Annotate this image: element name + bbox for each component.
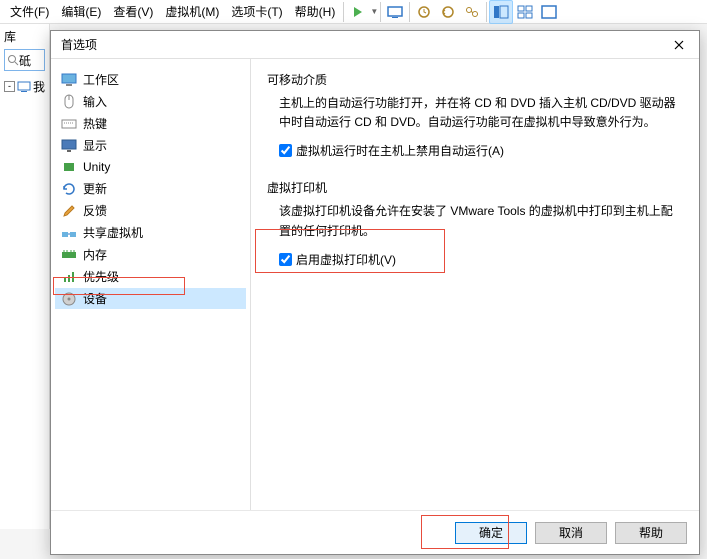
sidebar-item-label: Unity [83,160,110,174]
sidebar-item-label: 输入 [83,93,107,110]
dialog-footer: 确定 取消 帮助 [51,510,699,554]
sidebar-item-input[interactable]: 输入 [55,91,246,112]
priority-icon [61,269,77,285]
enable-printer-checkbox-row[interactable]: 启用虚拟打印机(V) [279,251,683,268]
separator [486,2,487,22]
sidebar-item-label: 更新 [83,180,107,197]
library-search[interactable] [4,49,45,71]
menu-tabs[interactable]: 选项卡(T) [225,1,288,22]
sidebar-item-label: 工作区 [83,71,119,88]
monitor-icon [61,72,77,88]
printer-section-label: 虚拟打印机 [267,179,683,196]
disc-icon [61,291,77,307]
play-dropdown-icon[interactable]: ▼ [370,7,378,16]
refresh-icon [61,181,77,197]
removable-section-label: 可移动介质 [267,71,683,88]
library-toggle-button[interactable] [489,0,513,24]
sidebar-item-updates[interactable]: 更新 [55,178,246,199]
menu-help[interactable]: 帮助(H) [289,1,342,22]
removable-media-section: 可移动介质 主机上的自动运行功能打开，并在将 CD 和 DVD 插入主机 CD/… [267,71,683,159]
shared-icon [61,225,77,241]
close-button[interactable] [665,35,693,55]
enable-printer-checkbox[interactable] [279,253,292,266]
sidebar-item-label: 显示 [83,137,107,154]
unity-icon [61,159,77,175]
menubar: 文件(F) 编辑(E) 查看(V) 虚拟机(M) 选项卡(T) 帮助(H) ▼ [0,0,707,24]
disable-autorun-checkbox-row[interactable]: 虚拟机运行时在主机上禁用自动运行(A) [279,142,683,159]
fullscreen-button[interactable] [537,0,561,24]
sidebar-item-workspace[interactable]: 工作区 [55,69,246,90]
tree-item-label: 我 [33,78,45,95]
sidebar-item-feedback[interactable]: 反馈 [55,200,246,221]
help-button[interactable]: 帮助 [615,522,687,544]
separator [409,2,410,22]
menu-separator [343,2,344,22]
removable-desc: 主机上的自动运行功能打开，并在将 CD 和 DVD 插入主机 CD/DVD 驱动… [279,94,683,132]
memory-icon [61,247,77,263]
library-search-input[interactable] [19,53,39,67]
sidebar-item-priority[interactable]: 优先级 [55,266,246,287]
sidebar-item-memory[interactable]: 内存 [55,244,246,265]
sidebar-item-label: 内存 [83,246,107,263]
menu-vm[interactable]: 虚拟机(M) [159,1,225,22]
snapshot-take-button[interactable] [412,0,436,24]
computer-icon [17,81,31,93]
ok-button[interactable]: 确定 [455,522,527,544]
sidebar-item-devices[interactable]: 设备 [55,288,246,309]
snapshot-revert-button[interactable] [436,0,460,24]
dialog-titlebar: 首选项 [51,31,699,59]
tree-collapse-icon[interactable]: - [4,81,15,92]
dialog-sidebar: 工作区 输入 热键 显示 Unity 更新 [51,59,251,510]
sidebar-item-shared-vms[interactable]: 共享虚拟机 [55,222,246,243]
play-button[interactable] [346,0,370,24]
sidebar-item-display[interactable]: 显示 [55,135,246,156]
thumbnail-button[interactable] [513,0,537,24]
library-pane: 库 - 我 [0,24,50,529]
disable-autorun-checkbox[interactable] [279,144,292,157]
printer-desc: 该虚拟打印机设备允许在安装了 VMware Tools 的虚拟机中打印到主机上配… [279,202,683,240]
pencil-icon [61,203,77,219]
menu-edit[interactable]: 编辑(E) [55,1,107,22]
library-label: 库 [4,28,45,45]
separator [380,2,381,22]
disable-autorun-label: 虚拟机运行时在主机上禁用自动运行(A) [296,142,504,159]
mouse-icon [61,94,77,110]
close-icon [674,40,684,50]
library-tree-item[interactable]: - 我 [4,77,45,96]
snapshot-manage-button[interactable] [460,0,484,24]
screen-button[interactable] [383,0,407,24]
enable-printer-label: 启用虚拟打印机(V) [296,251,396,268]
display-icon [61,138,77,154]
virtual-printer-section: 虚拟打印机 该虚拟打印机设备允许在安装了 VMware Tools 的虚拟机中打… [267,179,683,267]
dialog-body: 工作区 输入 热键 显示 Unity 更新 [51,59,699,510]
sidebar-item-label: 反馈 [83,202,107,219]
search-icon [7,54,19,66]
keyboard-icon [61,116,77,132]
sidebar-item-hotkeys[interactable]: 热键 [55,113,246,134]
dialog-content: 可移动介质 主机上的自动运行功能打开，并在将 CD 和 DVD 插入主机 CD/… [251,59,699,510]
sidebar-item-label: 共享虚拟机 [83,224,143,241]
dialog-title: 首选项 [61,36,97,53]
menu-file[interactable]: 文件(F) [4,1,55,22]
sidebar-item-label: 热键 [83,115,107,132]
sidebar-item-label: 设备 [83,290,107,307]
menu-view[interactable]: 查看(V) [107,1,159,22]
sidebar-item-label: 优先级 [83,268,119,285]
preferences-dialog: 首选项 工作区 输入 热键 显示 Unit [50,30,700,555]
sidebar-item-unity[interactable]: Unity [55,157,246,177]
cancel-button[interactable]: 取消 [535,522,607,544]
